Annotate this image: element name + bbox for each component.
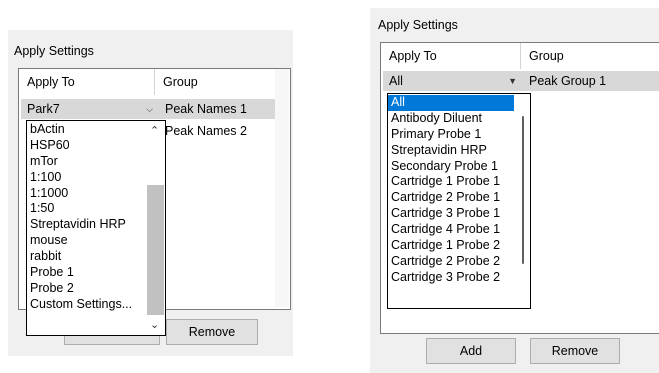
left-remove-button[interactable]: Remove bbox=[166, 319, 258, 345]
left-row-1-group[interactable]: Peak Names 1 bbox=[159, 99, 277, 119]
left-row-1-apply-to-value: Park7 bbox=[27, 102, 60, 116]
dropdown-item-highlighted[interactable]: All bbox=[388, 95, 514, 111]
left-panel-title: Apply Settings bbox=[14, 44, 94, 58]
dropdown-item[interactable]: HSP60 bbox=[27, 138, 145, 154]
left-column-header-apply-to[interactable]: Apply To bbox=[19, 69, 155, 95]
dropdown-item[interactable]: Primary Probe 1 bbox=[388, 127, 514, 143]
right-row-1-apply-to-value: All bbox=[389, 74, 403, 88]
dropdown-item[interactable]: Streptavidin HRP bbox=[388, 143, 514, 159]
dropdown-item[interactable]: mouse bbox=[27, 233, 145, 249]
dropdown-item[interactable]: Antibody Diluent bbox=[388, 111, 514, 127]
dropdown-item[interactable]: Cartridge 2 Probe 1 bbox=[388, 190, 514, 206]
dropdown-item[interactable]: mTor bbox=[27, 154, 145, 170]
dropdown-item[interactable]: Cartridge 2 Probe 2 bbox=[388, 254, 514, 270]
left-row-2-group[interactable]: Peak Names 2 bbox=[159, 121, 277, 141]
right-row-1-apply-to-combo[interactable]: All ▼ bbox=[383, 71, 523, 91]
dropdown-item[interactable]: Cartridge 4 Probe 1 bbox=[388, 222, 514, 238]
right-dropdown-items: All Antibody Diluent Primary Probe 1 Str… bbox=[388, 95, 514, 286]
dropdown-item[interactable]: Streptavidin HRP bbox=[27, 217, 145, 233]
left-dropdown-scrollbar-thumb[interactable] bbox=[147, 185, 164, 315]
dropdown-item[interactable]: rabbit bbox=[27, 249, 145, 265]
right-panel-title: Apply Settings bbox=[378, 18, 458, 32]
dropdown-item[interactable]: Cartridge 3 Probe 2 bbox=[388, 270, 514, 286]
left-row-1-apply-to-combo[interactable]: Park7 ⌵ bbox=[21, 99, 159, 119]
dropdown-triangle-icon[interactable]: ▼ bbox=[508, 71, 517, 91]
right-column-header-group[interactable]: Group bbox=[521, 43, 659, 69]
dropdown-item[interactable]: 1:100 bbox=[27, 170, 145, 186]
scroll-down-arrow-icon[interactable]: ⌄ bbox=[150, 319, 159, 331]
left-column-header-group[interactable]: Group bbox=[155, 69, 273, 95]
scroll-up-arrow-icon[interactable]: ⌃ bbox=[150, 125, 159, 137]
chevron-down-icon[interactable]: ⌵ bbox=[146, 99, 153, 119]
right-add-button[interactable]: Add bbox=[426, 338, 516, 364]
right-dropdown-scrollbar-thumb[interactable] bbox=[522, 116, 524, 264]
dropdown-item[interactable]: Custom Settings... bbox=[27, 297, 145, 313]
left-apply-to-dropdown-list[interactable]: bActin HSP60 mTor 1:100 1:1000 1:50 Stre… bbox=[26, 120, 166, 336]
right-column-header-apply-to[interactable]: Apply To bbox=[381, 43, 521, 69]
dropdown-item[interactable]: Probe 2 bbox=[27, 281, 145, 297]
left-dropdown-items: bActin HSP60 mTor 1:100 1:1000 1:50 Stre… bbox=[27, 122, 145, 313]
right-remove-button[interactable]: Remove bbox=[530, 338, 620, 364]
left-grid-scrollbar-track[interactable] bbox=[275, 69, 289, 307]
dropdown-item[interactable]: Cartridge 1 Probe 1 bbox=[388, 174, 514, 190]
dropdown-item[interactable]: Secondary Probe 1 bbox=[388, 159, 514, 175]
dropdown-item[interactable]: bActin bbox=[27, 122, 145, 138]
dropdown-item[interactable]: Cartridge 1 Probe 2 bbox=[388, 238, 514, 254]
right-row-1-group[interactable]: Peak Group 1 bbox=[523, 71, 659, 91]
dropdown-item[interactable]: Cartridge 3 Probe 1 bbox=[388, 206, 514, 222]
dropdown-item[interactable]: Probe 1 bbox=[27, 265, 145, 281]
dropdown-item[interactable]: 1:1000 bbox=[27, 186, 145, 202]
right-apply-to-dropdown-list[interactable]: All Antibody Diluent Primary Probe 1 Str… bbox=[387, 93, 531, 309]
dropdown-item[interactable]: 1:50 bbox=[27, 201, 145, 217]
